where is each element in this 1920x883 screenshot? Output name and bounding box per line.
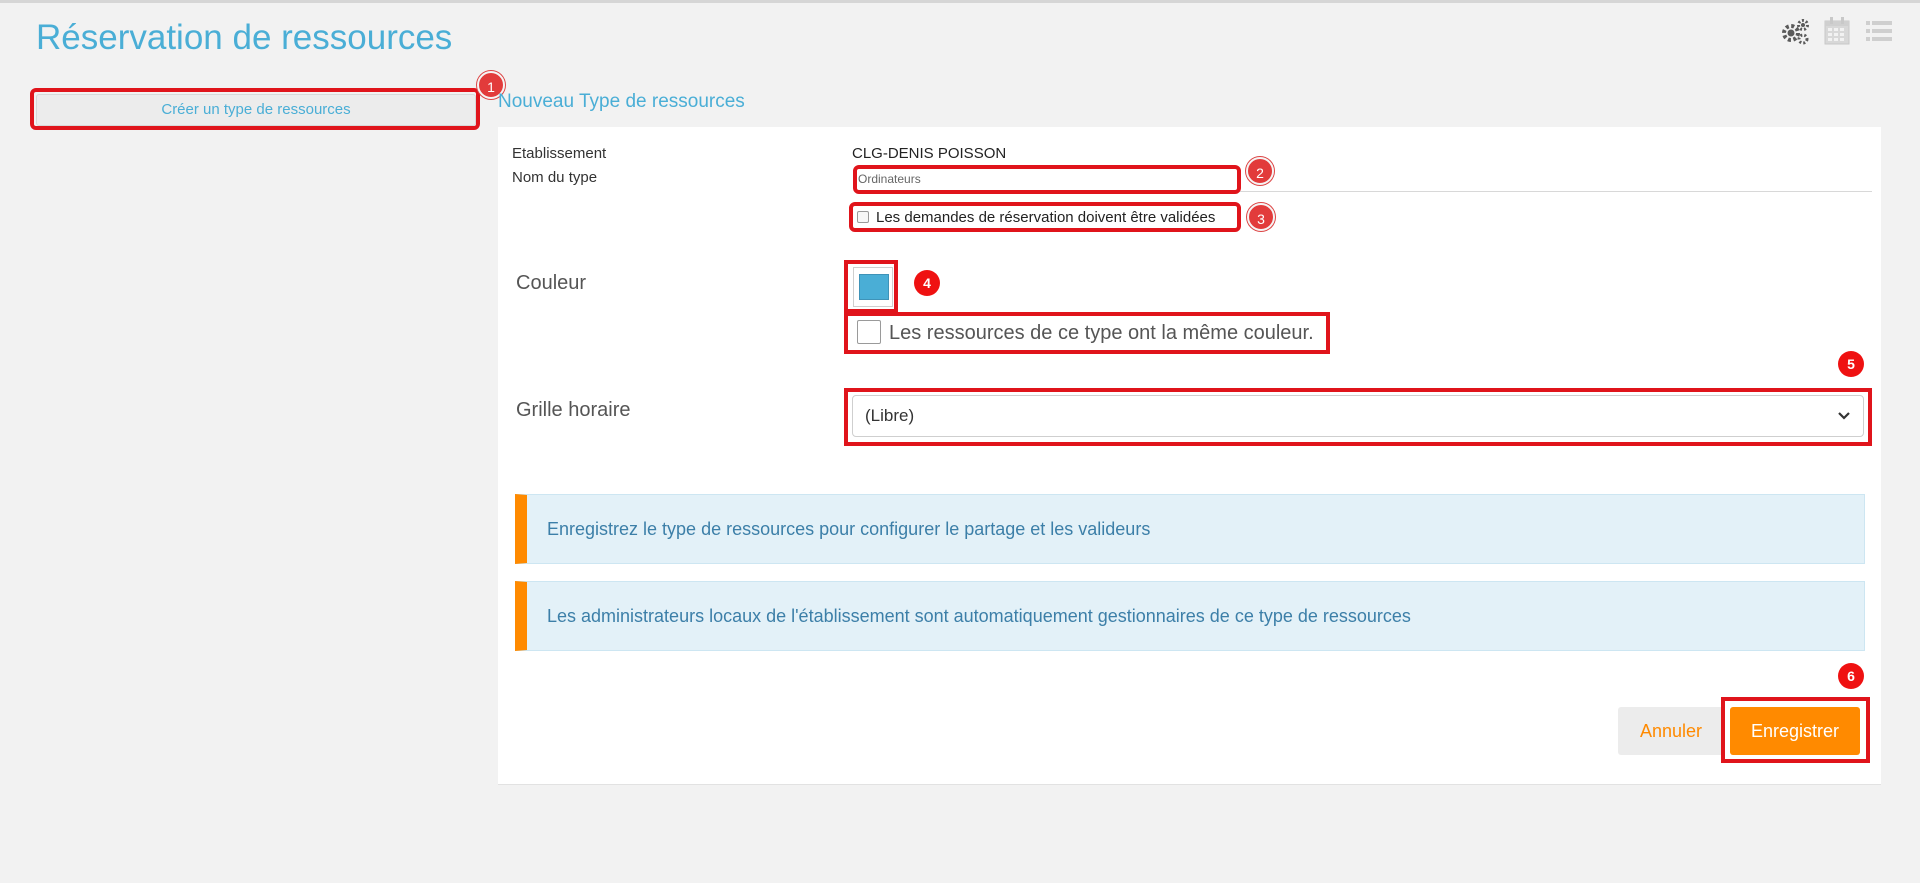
list-icon[interactable] (1864, 16, 1894, 46)
couleur-label: Couleur (516, 272, 587, 294)
same-color-checkbox[interactable] (857, 320, 881, 344)
annotation-badge: 4 (914, 270, 940, 296)
top-border (0, 0, 1920, 3)
annotation-badge: 6 (1838, 663, 1864, 689)
annotation-badge: 5 (1838, 351, 1864, 377)
etablissement-label: Etablissement (512, 145, 607, 162)
calendar-icon[interactable] (1822, 16, 1852, 46)
etablissement-value: CLG-DENIS POISSON (852, 145, 1007, 162)
info-banner-admins: Les administrateurs locaux de l'établiss… (515, 581, 1865, 651)
page-title: Réservation de ressources (36, 18, 453, 57)
cancel-button[interactable]: Annuler (1618, 707, 1724, 755)
grille-label: Grille horaire (516, 399, 631, 421)
color-swatch (859, 274, 889, 300)
annotation-badge: 3 (1247, 203, 1275, 231)
divider (856, 191, 1872, 192)
gears-icon[interactable] (1780, 16, 1810, 46)
same-color-label: Les ressources de ce type ont la même co… (889, 322, 1314, 344)
type-name-input[interactable] (856, 168, 1236, 190)
validation-label: Les demandes de réservation doivent être… (876, 209, 1216, 226)
save-button[interactable]: Enregistrer (1730, 707, 1860, 755)
nom-label: Nom du type (512, 169, 598, 186)
grille-selected-value: (Libre) (865, 406, 915, 425)
create-resource-type-button[interactable]: Créer un type de ressources (36, 94, 476, 126)
top-toolbar (1780, 16, 1894, 46)
validation-checkbox[interactable] (857, 211, 869, 223)
grille-select[interactable]: (Libre) (852, 395, 1864, 437)
info-banner-share: Enregistrez le type de ressources pour c… (515, 494, 1865, 564)
section-title: Nouveau Type de ressources (498, 91, 745, 112)
chevron-down-icon (1837, 396, 1851, 451)
annotation-badge: 2 (1246, 157, 1274, 185)
color-picker[interactable] (853, 267, 893, 307)
